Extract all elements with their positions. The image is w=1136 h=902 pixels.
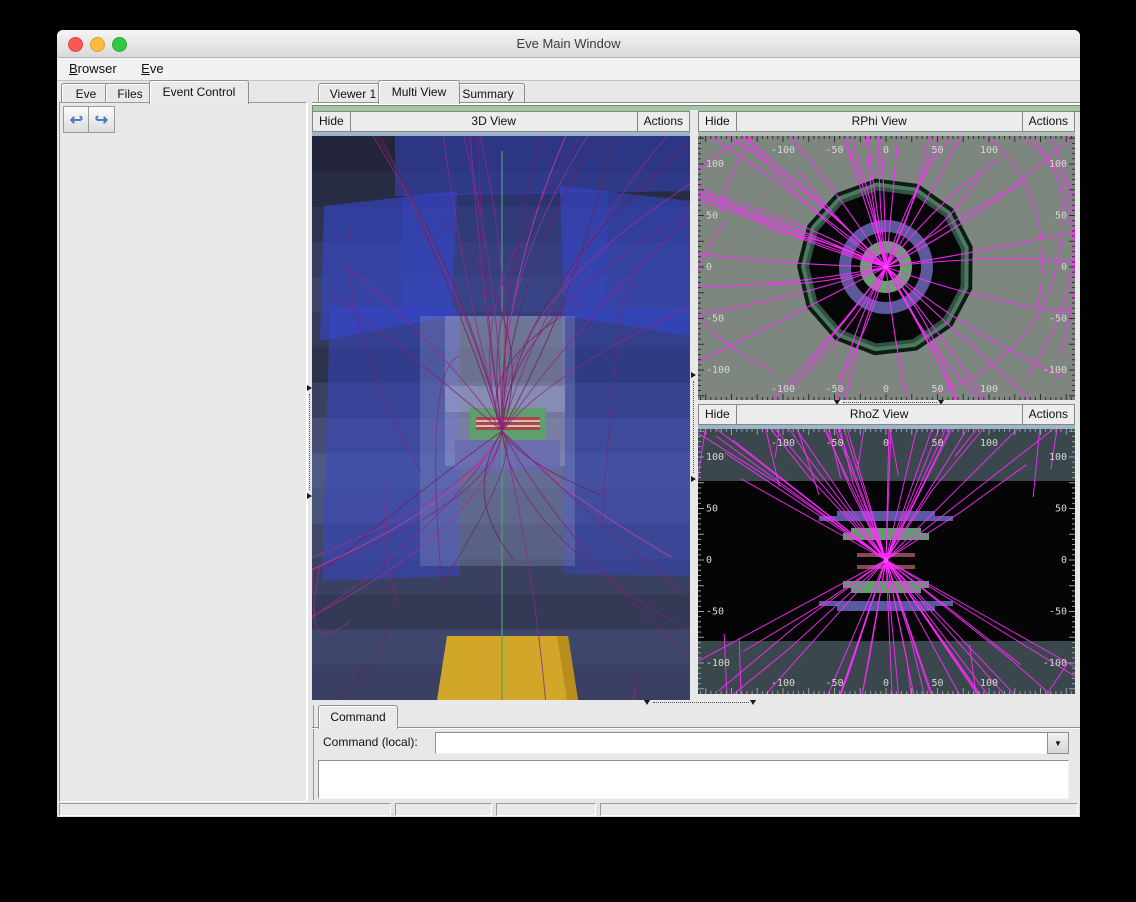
command-dropdown-button[interactable]: ▼ [1047,732,1069,754]
next-event-button[interactable]: ↪ [88,106,115,133]
tab-files[interactable]: Files [105,83,155,104]
rphi-view-title: RPhi View [737,111,1022,132]
svg-text:50: 50 [1055,504,1067,515]
svg-text:-100: -100 [771,438,795,449]
menu-browser[interactable]: Browser [59,58,127,79]
rphi-actions-button[interactable]: Actions [1022,111,1075,132]
viewer-splitter-vertical[interactable] [690,110,698,700]
svg-text:0: 0 [883,145,889,156]
svg-text:-50: -50 [1049,314,1067,325]
svg-text:-50: -50 [1049,607,1067,618]
svg-text:100: 100 [1049,159,1067,170]
svg-text:0: 0 [1061,262,1067,273]
svg-text:100: 100 [980,145,998,156]
splitter-collapse-icon [691,372,696,378]
rphi-hide-button[interactable]: Hide [698,111,737,132]
svg-text:-100: -100 [706,658,730,669]
splitter-handle [653,702,749,703]
svg-text:100: 100 [706,452,724,463]
svg-text:-100: -100 [771,678,795,689]
3d-actions-button[interactable]: Actions [637,111,690,132]
tab-eve[interactable]: Eve [61,83,111,104]
command-input[interactable] [435,732,1049,754]
rhoz-view-title: RhoZ View [737,404,1022,425]
command-panel: Command (local): ▼ [312,727,1080,803]
svg-text:0: 0 [883,678,889,689]
previous-event-button[interactable]: ↩ [63,106,90,133]
svg-text:100: 100 [980,678,998,689]
rhoz-actions-button[interactable]: Actions [1022,404,1075,425]
svg-text:-50: -50 [825,384,843,395]
svg-text:0: 0 [883,384,889,395]
3d-hide-button[interactable]: Hide [312,111,351,132]
svg-text:50: 50 [1055,211,1067,222]
minimize-button[interactable] [90,37,105,52]
svg-text:50: 50 [931,145,943,156]
viewer-command-splitter[interactable] [312,700,1080,705]
status-segment [395,803,492,816]
svg-text:-100: -100 [771,145,795,156]
splitter-handle [693,381,694,473]
svg-text:100: 100 [980,384,998,395]
3d-view-title: 3D View [351,111,637,132]
tab-multi-view[interactable]: Multi View [378,80,460,104]
svg-text:-100: -100 [1043,365,1067,376]
command-prompt-label: Command (local): [323,735,418,749]
svg-text:0: 0 [706,555,712,566]
rphi-viewport[interactable]: -100 -100 -50 -50 0 0 50 50 100 100 100 100 50 50 0 0 -5… [698,136,1075,400]
rhoz-hide-button[interactable]: Hide [698,404,737,425]
svg-text:-50: -50 [825,145,843,156]
svg-text:-50: -50 [706,607,724,618]
svg-text:0: 0 [1061,555,1067,566]
svg-text:-50: -50 [706,314,724,325]
svg-text:50: 50 [706,211,718,222]
svg-text:0: 0 [883,438,889,449]
svg-text:50: 50 [931,384,943,395]
svg-text:-100: -100 [706,365,730,376]
svg-text:-100: -100 [1043,658,1067,669]
svg-text:50: 50 [931,438,943,449]
tab-event-control[interactable]: Event Control [149,80,249,104]
svg-text:100: 100 [980,438,998,449]
svg-text:0: 0 [706,262,712,273]
eve-main-window: Eve Main Window Browser Eve Eve Files Ev… [57,30,1080,817]
svg-text:50: 50 [706,504,718,515]
rhoz-viewport[interactable]: -100 -100 -50 -50 0 0 50 50 100 100 100 100 50 50 0 0 -5… [698,429,1075,694]
splitter-collapse-icon [644,700,650,705]
splitter-handle [843,402,937,403]
svg-text:100: 100 [1049,452,1067,463]
status-bar [57,803,1080,817]
svg-text:100: 100 [706,159,724,170]
splitter-collapse-icon [691,476,696,482]
down-triangle-icon: ▼ [1054,739,1062,748]
status-segment [59,803,391,816]
zoom-button[interactable] [112,37,127,52]
status-segment [600,803,1078,816]
desktop-background: Eve Main Window Browser Eve Eve Files Ev… [0,0,1136,902]
rphi-view-header: Hide RPhi View Actions [698,111,1075,132]
status-segment [496,803,596,816]
splitter-handle [309,394,310,490]
tab-summary[interactable]: Summary [451,83,525,104]
title-bar[interactable]: Eve Main Window [57,30,1080,58]
splitter-collapse-icon [750,700,756,705]
close-button[interactable] [68,37,83,52]
rhoz-view-header: Hide RhoZ View Actions [698,404,1075,425]
svg-text:-50: -50 [825,678,843,689]
svg-text:-50: -50 [825,438,843,449]
command-output[interactable] [318,760,1069,799]
menu-eve[interactable]: Eve [131,58,173,79]
menu-bar: Browser Eve [57,58,1080,81]
curved-right-arrow-icon: ↪ [95,110,108,130]
3d-view-header: Hide 3D View Actions [312,111,690,132]
event-control-panel: ↩ ↪ [59,102,307,802]
window-title: Eve Main Window [57,30,1080,57]
svg-text:50: 50 [931,678,943,689]
svg-text:-100: -100 [771,384,795,395]
tab-command[interactable]: Command [318,705,398,729]
curved-left-arrow-icon: ↩ [70,110,83,130]
3d-viewport[interactable] [312,136,690,700]
